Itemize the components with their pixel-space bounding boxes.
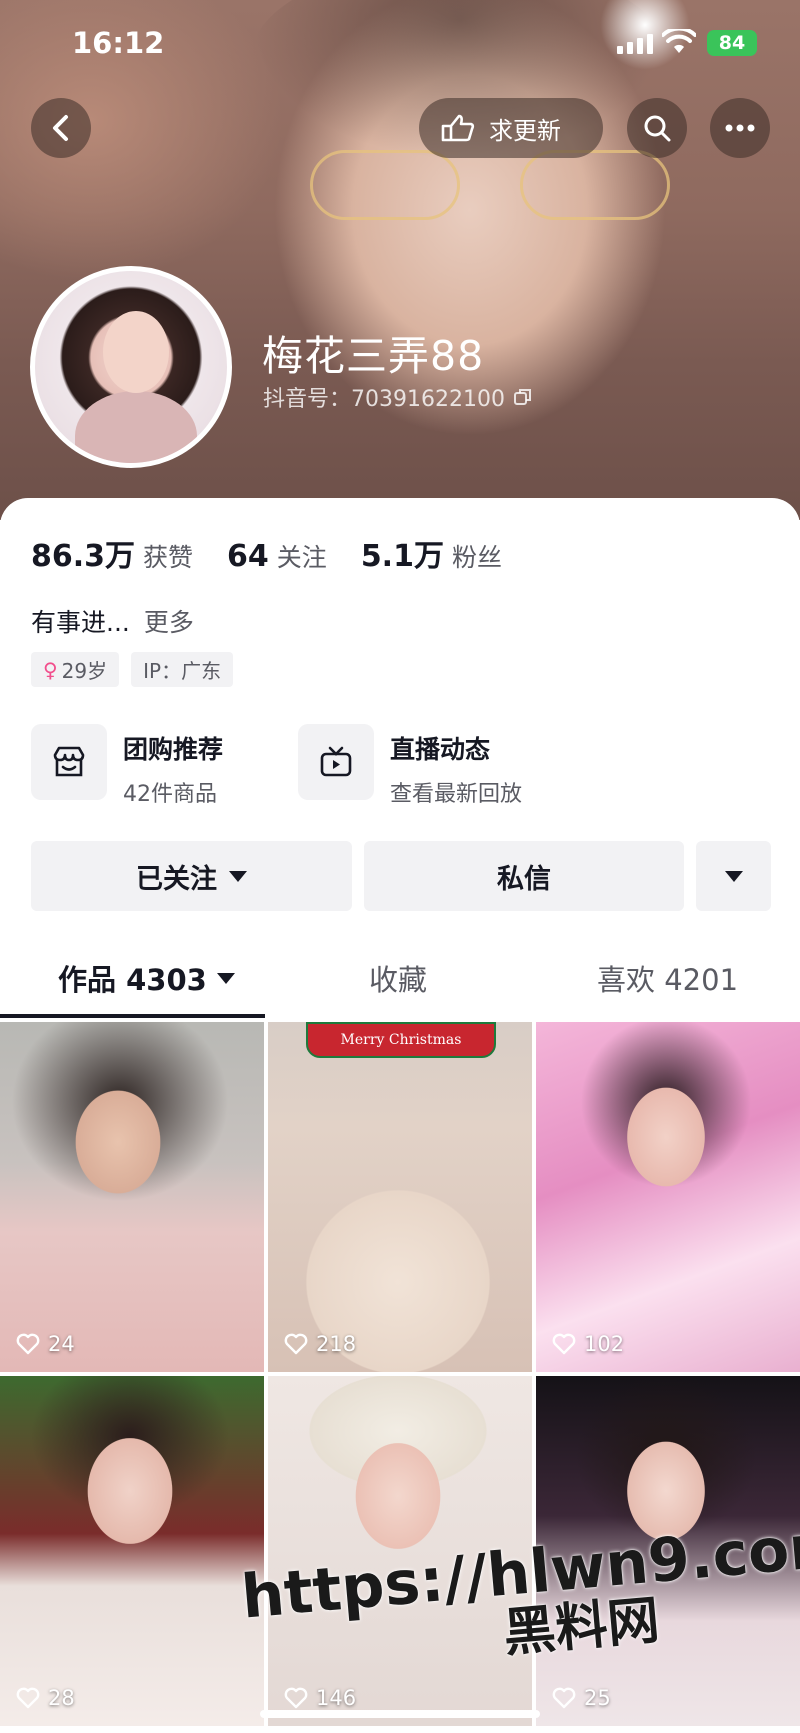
tab-liked[interactable]: 喜欢 4201 [597, 957, 738, 999]
age-tag: ♀ 29岁 [31, 652, 120, 687]
bio-text: 有事进... [31, 608, 130, 637]
status-time: 16:12 [72, 26, 165, 60]
christmas-badge: Merry Christmas [306, 1022, 496, 1058]
heart-icon [552, 1333, 576, 1355]
video-thumbnail[interactable]: 24 [0, 1022, 264, 1372]
like-count: 24 [16, 1332, 75, 1356]
tab-works[interactable]: 作品 4303 [58, 957, 235, 999]
like-count-text: 24 [48, 1332, 75, 1356]
message-button[interactable]: 私信 [364, 841, 684, 911]
profile-name: 梅花三弄88 [262, 332, 485, 380]
status-bar: 16:12 84 [0, 0, 800, 90]
following-label: 关注 [276, 543, 327, 572]
female-icon: ♀ [43, 657, 58, 682]
group-buy-subtitle: 42件商品 [123, 782, 217, 807]
action-buttons: 已关注 私信 [31, 841, 771, 911]
pointing-hand-icon [441, 114, 475, 142]
likes-count[interactable]: 86.3万 [31, 531, 135, 575]
avatar-body [75, 391, 197, 463]
request-update-label: 求更新 [489, 116, 561, 145]
group-buy-entry[interactable]: 团购推荐 42件商品 [31, 724, 223, 808]
wifi-icon [662, 29, 696, 53]
video-thumbnail[interactable]: 102 [536, 1022, 800, 1372]
tab-works-label: 作品 4303 [58, 963, 207, 997]
heart-icon [16, 1687, 40, 1709]
group-buy-title: 团购推荐 [123, 735, 224, 764]
heart-icon [284, 1333, 308, 1355]
douyin-id-text: 抖音号：70391622100 [263, 387, 505, 412]
following-count[interactable]: 64 [227, 539, 269, 574]
live-entry[interactable]: 直播动态 查看最新回放 [298, 724, 522, 808]
age-text: 29岁 [61, 659, 108, 683]
request-update-button[interactable]: 求更新 [419, 98, 603, 158]
more-dots-icon [725, 124, 755, 132]
caret-down-icon [724, 870, 743, 882]
tv-icon [298, 724, 374, 800]
content-tabs: 作品 4303 收藏 喜欢 4201 [0, 943, 800, 1018]
avatar[interactable] [30, 266, 232, 468]
heart-icon [284, 1687, 308, 1709]
likes-label: 获赞 [143, 543, 194, 572]
more-button[interactable] [710, 98, 770, 158]
signal-icon [617, 34, 653, 54]
home-indicator [260, 1710, 540, 1718]
followed-label: 已关注 [136, 863, 217, 895]
bio-more-link[interactable]: 更多 [144, 608, 194, 637]
ip-tag: IP：广东 [131, 652, 234, 687]
search-icon [644, 115, 671, 142]
heart-icon [552, 1687, 576, 1709]
live-subtitle: 查看最新回放 [390, 782, 523, 807]
caret-down-icon [216, 972, 235, 984]
video-thumbnail[interactable]: Merry Christmas 218 [268, 1022, 532, 1372]
like-count: 25 [552, 1686, 611, 1710]
like-count: 218 [284, 1332, 356, 1356]
like-count-text: 102 [584, 1332, 625, 1356]
like-count: 28 [16, 1686, 75, 1710]
like-count-text: 146 [316, 1686, 357, 1710]
cover-photo-glasses-left [310, 150, 460, 220]
active-tab-indicator [0, 1014, 265, 1018]
message-label: 私信 [497, 863, 551, 895]
followers-count[interactable]: 5.1万 [361, 531, 444, 575]
followed-button[interactable]: 已关注 [31, 841, 352, 911]
profile-tags: ♀ 29岁 IP：广东 [31, 652, 234, 687]
ip-text: IP：广东 [143, 659, 222, 683]
video-thumbnail[interactable]: 28 [0, 1376, 264, 1726]
followers-label: 粉丝 [451, 543, 502, 572]
back-button[interactable] [31, 98, 91, 158]
heart-icon [16, 1333, 40, 1355]
store-icon [31, 724, 107, 800]
avatar-face [103, 311, 169, 393]
search-button[interactable] [627, 98, 687, 158]
profile-stats: 86.3万 获赞 64 关注 5.1万 粉丝 [31, 531, 536, 575]
battery-icon: 84 [707, 30, 757, 56]
cover-photo-glasses-right [520, 150, 670, 220]
like-count: 146 [284, 1686, 356, 1710]
tab-favorites[interactable]: 收藏 [369, 957, 427, 999]
caret-down-icon [229, 870, 247, 882]
like-count: 102 [552, 1332, 624, 1356]
battery-level: 84 [718, 32, 746, 54]
more-options-button[interactable] [696, 841, 771, 911]
chevron-left-icon [53, 115, 68, 141]
like-count-text: 25 [584, 1686, 611, 1710]
live-title: 直播动态 [390, 735, 491, 764]
bio: 有事进... 更多 [31, 603, 194, 639]
copy-icon[interactable] [513, 387, 533, 407]
douyin-id[interactable]: 抖音号：70391622100 [263, 381, 533, 413]
like-count-text: 218 [316, 1332, 357, 1356]
like-count-text: 28 [48, 1686, 75, 1710]
